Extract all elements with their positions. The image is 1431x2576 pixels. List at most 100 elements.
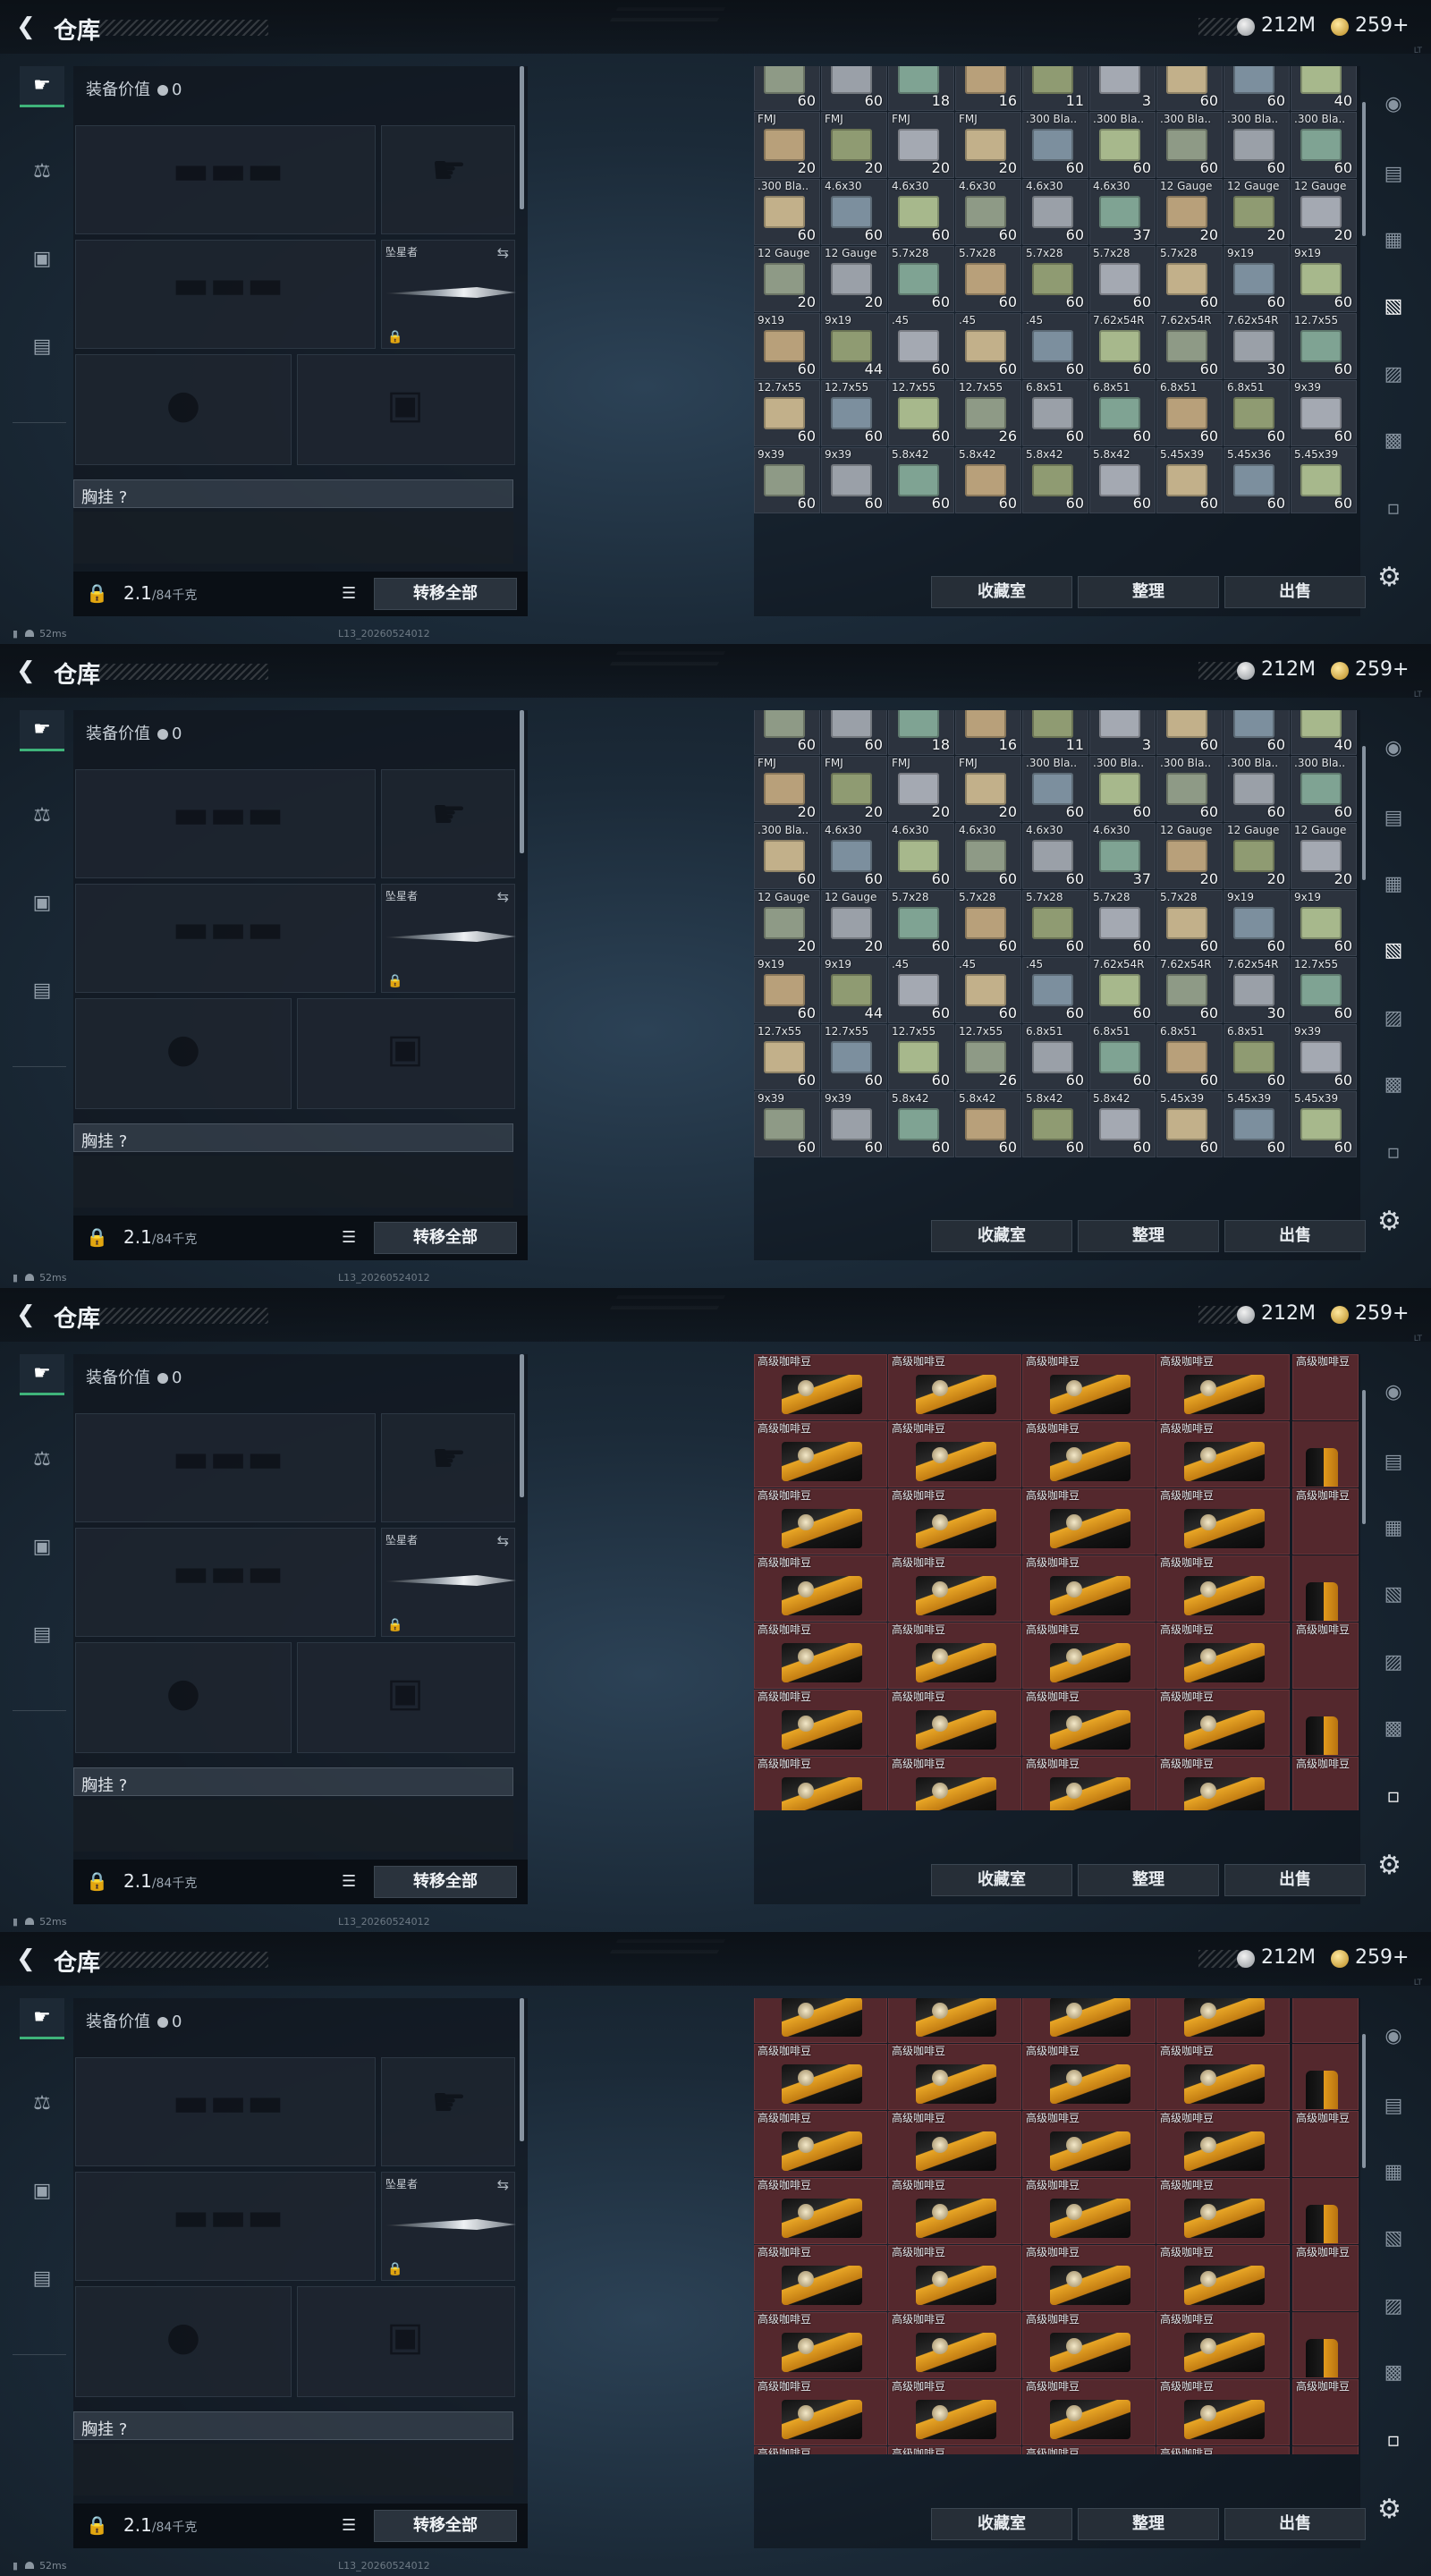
coffee-item-cell[interactable]: 高级咖啡豆 [888, 1555, 1021, 1622]
coffee-item-cell[interactable]: 高级咖啡豆 [1022, 1690, 1156, 1756]
coffee-item-cell[interactable]: 高级咖啡豆 [754, 1354, 887, 1420]
coffee-item-cell[interactable]: 高级咖啡豆 [1156, 2178, 1290, 2244]
collectibles-filter-icon[interactable]: ▫ [1377, 1780, 1410, 1812]
secondary-weapon-slot[interactable]: ▬▬▬ [75, 2172, 376, 2281]
ammo-item-cell[interactable]: 12 Gauge 20 [1224, 823, 1290, 889]
back-arrow-icon[interactable]: ❮ [16, 1946, 38, 1971]
coffee-item-cell[interactable] [1292, 2044, 1359, 2110]
primary-weapon-slot[interactable]: ▬▬▬ [75, 125, 376, 234]
chest-rig-slot-area[interactable] [73, 2444, 513, 2496]
ammo-item-cell[interactable]: 5.7x28 60 [1156, 246, 1223, 312]
transfer-all-button[interactable]: 转移全部 [374, 578, 517, 610]
ammo-item-cell[interactable]: 12 Gauge 20 [1156, 823, 1223, 889]
pistol-slot[interactable]: ☛ [381, 125, 515, 234]
coffee-item-cell[interactable]: 高级咖啡豆 [1022, 1623, 1156, 1689]
ammo-item-cell[interactable]: 12 Gauge 20 [821, 890, 887, 956]
armor-slot[interactable]: ▣ [297, 998, 515, 1109]
coffee-item-cell[interactable]: 高级咖啡豆 [888, 1998, 1021, 2043]
ammo-item-cell[interactable]: 9x19 60 [1224, 246, 1290, 312]
coffee-item-cell[interactable]: 高级咖啡豆 [1156, 2111, 1290, 2177]
ammo-item-cell[interactable]: 12 Gauge 20 [1224, 179, 1290, 245]
ammo-item-cell[interactable]: FMJ 20 [888, 112, 954, 178]
list-icon[interactable]: ☰ [342, 1228, 356, 1247]
list-icon[interactable]: ☰ [342, 584, 356, 603]
tools-filter-icon[interactable]: ▩ [1377, 2356, 1410, 2388]
ammo-filter-icon[interactable]: ▧ [1377, 290, 1410, 322]
coffee-item-cell[interactable]: 高级咖啡豆 [754, 1998, 887, 2043]
ammo-item-cell[interactable]: 18 [888, 710, 954, 755]
backpack-tab-icon[interactable]: ▣ [20, 2170, 64, 2211]
coffee-item-cell[interactable]: 高级咖啡豆 [1156, 1998, 1290, 2043]
transfer-all-button[interactable]: 转移全部 [374, 2510, 517, 2542]
ammo-item-cell[interactable]: 9x19 60 [754, 313, 820, 379]
gold-amount[interactable]: 259+ [1355, 14, 1409, 37]
ammo-item-cell[interactable]: 12 Gauge 20 [1291, 179, 1357, 245]
swap-icon[interactable]: ⇆ [497, 2176, 509, 2193]
coffee-item-cell[interactable]: 高级咖啡豆 [754, 1690, 887, 1756]
coffee-item-cell[interactable] [1292, 2312, 1359, 2378]
rig-filter-icon[interactable]: ▦ [1377, 224, 1410, 256]
ammo-item-cell[interactable]: 7.62x54R 30 [1224, 957, 1290, 1023]
back-arrow-icon[interactable]: ❮ [16, 1302, 38, 1327]
coffee-item-cell[interactable]: 高级咖啡豆 [888, 1354, 1021, 1420]
collectibles-filter-icon[interactable]: ▫ [1377, 492, 1410, 524]
ammo-item-cell[interactable]: FMJ 20 [821, 112, 887, 178]
ammo-item-cell[interactable]: 5.45x39 60 [1291, 447, 1357, 513]
ammo-item-cell[interactable]: 6.8x51 60 [1224, 380, 1290, 446]
ammo-item-cell[interactable]: .300 Bla.. 60 [1156, 112, 1223, 178]
melee-slot[interactable]: 坠星者 ⇆ 🔒 [381, 884, 516, 993]
coffee-item-cell[interactable]: 高级咖啡豆 [1156, 2044, 1290, 2110]
ammo-item-cell[interactable]: 12.7x55 60 [1291, 313, 1357, 379]
armor-filter-icon[interactable]: ▤ [1377, 2089, 1410, 2122]
ammo-item-cell[interactable]: 6.8x51 60 [1156, 1024, 1223, 1090]
ammo-item-cell[interactable]: 9x19 60 [1291, 246, 1357, 312]
tools-filter-icon[interactable]: ▩ [1377, 1712, 1410, 1744]
weapon-tab-icon[interactable]: ☛ [20, 710, 64, 751]
helmet-filter-icon[interactable]: ◉ [1377, 732, 1410, 764]
ammo-item-cell[interactable]: 6.8x51 60 [1089, 1024, 1156, 1090]
ammo-item-cell[interactable]: .45 60 [1022, 957, 1088, 1023]
gold-amount[interactable]: 259+ [1355, 658, 1409, 681]
coffee-item-cell[interactable]: 高级咖啡豆 [1156, 2446, 1290, 2454]
coffee-item-cell[interactable]: 高级咖啡豆 [1022, 1354, 1156, 1420]
gold-amount[interactable]: 259+ [1355, 1946, 1409, 1969]
storage-scrollbar[interactable] [1362, 1390, 1366, 1524]
coffee-item-cell[interactable]: 高级咖啡豆 [1022, 2111, 1156, 2177]
coffee-item-cell[interactable]: 高级咖啡豆 [1022, 1555, 1156, 1622]
coffee-item-cell[interactable]: 高级咖啡豆 [754, 1555, 887, 1622]
ammo-item-cell[interactable]: 6.8x51 60 [1022, 380, 1088, 446]
coffee-item-cell[interactable]: 高级咖啡豆 [1292, 2379, 1359, 2445]
ammo-item-cell[interactable]: .45 60 [1022, 313, 1088, 379]
ammo-item-cell[interactable]: 12.7x55 60 [754, 380, 820, 446]
helmet-slot[interactable]: ● [75, 1642, 292, 1753]
backpack-tab-icon[interactable]: ▣ [20, 882, 64, 923]
coffee-item-cell[interactable]: 高级咖啡豆 [1156, 1757, 1290, 1810]
weapon-tab-icon[interactable]: ☛ [20, 1354, 64, 1395]
ammo-item-cell[interactable]: 60 [1156, 710, 1223, 755]
ammo-item-cell[interactable]: 6.8x51 60 [1022, 1024, 1088, 1090]
ammo-item-cell[interactable]: 4.6x30 37 [1089, 179, 1156, 245]
collectibles-filter-icon[interactable]: ▫ [1377, 2424, 1410, 2456]
ammo-item-cell[interactable]: 60 [1156, 66, 1223, 111]
coffee-item-cell[interactable]: 高级咖啡豆 [1156, 2312, 1290, 2378]
sort-button[interactable]: 整理 [1078, 1220, 1219, 1252]
coffee-item-cell[interactable] [1292, 1555, 1359, 1622]
coffee-item-cell[interactable]: 高级咖啡豆 [1156, 1488, 1290, 1555]
coffee-item-cell[interactable]: 高级咖啡豆 [1156, 2245, 1290, 2311]
ammo-item-cell[interactable]: 12.7x55 60 [1291, 957, 1357, 1023]
ammo-item-cell[interactable]: 9x19 60 [1291, 890, 1357, 956]
coffee-item-cell[interactable]: 高级咖啡豆 [888, 2312, 1021, 2378]
sort-button[interactable]: 整理 [1078, 1864, 1219, 1896]
sell-button[interactable]: 出售 [1224, 1220, 1366, 1252]
ammo-item-cell[interactable]: 5.7x28 60 [1022, 890, 1088, 956]
transfer-all-button[interactable]: 转移全部 [374, 1222, 517, 1254]
sort-button[interactable]: 整理 [1078, 576, 1219, 608]
equipment-scrollbar[interactable] [520, 1998, 524, 2141]
ammo-item-cell[interactable]: 11 [1022, 710, 1088, 755]
coffee-item-cell[interactable]: 高级咖啡豆 [1022, 2245, 1156, 2311]
storage-scrollbar[interactable] [1362, 746, 1366, 880]
ammo-item-cell[interactable]: 6.8x51 60 [1089, 380, 1156, 446]
armor-tab-icon[interactable]: ⚖ [20, 794, 64, 835]
ammo-item-cell[interactable]: .45 60 [955, 957, 1021, 1023]
coffee-item-cell[interactable]: 高级咖啡豆 [754, 2446, 887, 2454]
